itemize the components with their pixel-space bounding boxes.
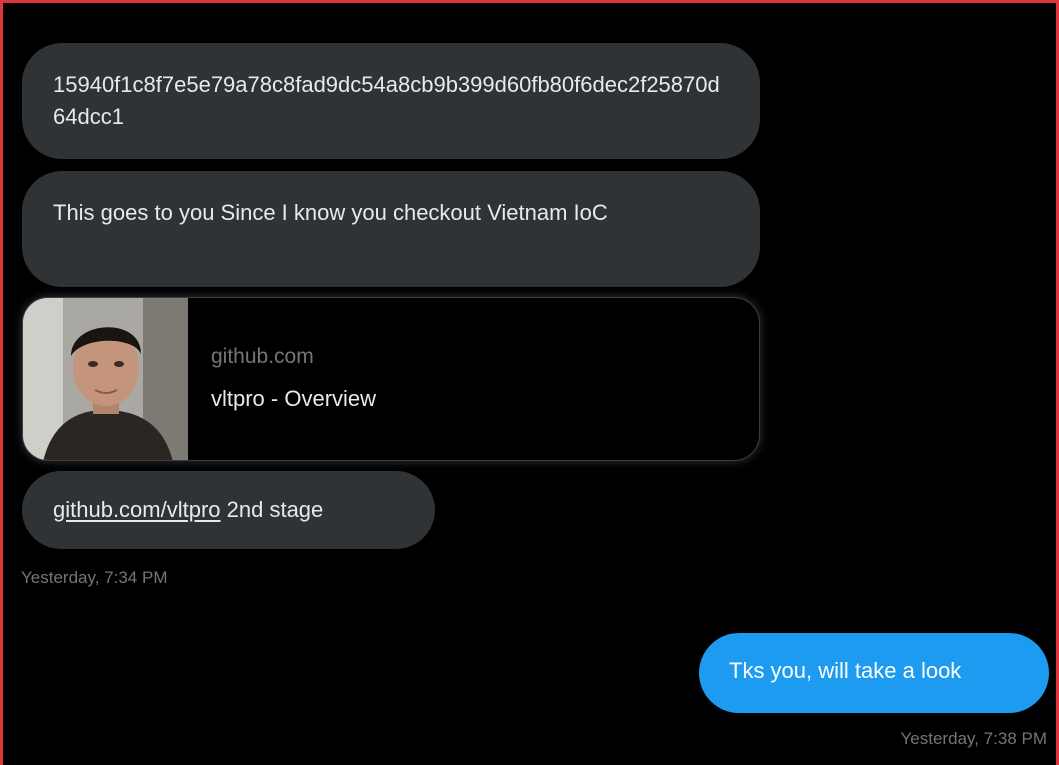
message-text: 2nd stage xyxy=(220,497,324,522)
message-text: This goes to you Since I know you checko… xyxy=(53,200,608,225)
dm-conversation-panel: 15940f1c8f7e5e79a78c8fad9dc54a8cb9b399d6… xyxy=(0,0,1059,765)
message-text: 15940f1c8f7e5e79a78c8fad9dc54a8cb9b399d6… xyxy=(53,72,720,129)
outgoing-message-bubble[interactable]: Tks you, will take a look xyxy=(699,633,1049,713)
incoming-message-bubble[interactable]: github.com/vltpro 2nd stage xyxy=(22,471,435,549)
incoming-message-bubble[interactable]: 15940f1c8f7e5e79a78c8fad9dc54a8cb9b399d6… xyxy=(22,43,760,159)
incoming-message-bubble[interactable]: This goes to you Since I know you checko… xyxy=(22,171,760,287)
message-text: Tks you, will take a look xyxy=(729,658,962,683)
message-link[interactable]: github.com/vltpro xyxy=(53,497,221,522)
link-preview-card[interactable]: github.com vltpro - Overview xyxy=(22,297,760,461)
profile-photo-icon xyxy=(23,298,188,460)
link-thumbnail-image xyxy=(23,298,188,460)
link-title: vltpro - Overview xyxy=(211,386,377,411)
message-timestamp: Yesterday, 7:38 PM xyxy=(900,729,1047,748)
link-domain: github.com xyxy=(211,345,314,368)
message-timestamp: Yesterday, 7:34 PM xyxy=(21,568,168,587)
